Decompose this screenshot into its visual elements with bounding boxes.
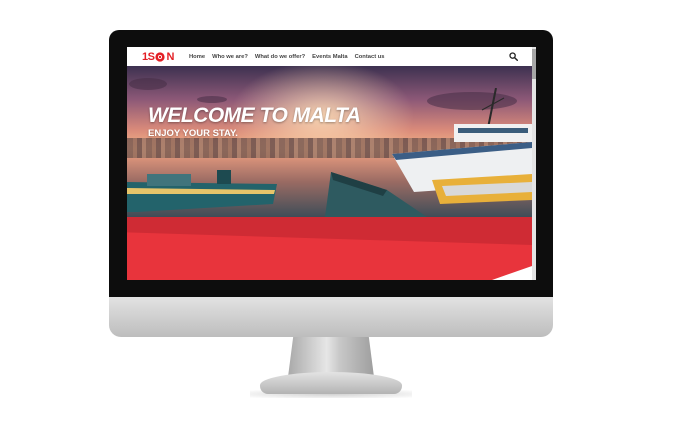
logo-text-right: N: [166, 50, 174, 63]
hero-banner: WELCOME TO MALTA ENJOY YOUR STAY.: [127, 66, 532, 217]
monitor-chin: [109, 297, 553, 337]
fishing-boat-tarp-image: [325, 172, 427, 217]
nav-menu: Home Who we are? What do we offer? Event…: [189, 47, 385, 66]
logo-text-left: 1S: [142, 50, 155, 63]
nav-link-home[interactable]: Home: [189, 54, 205, 60]
hero-subtitle: ENJOY YOUR STAY.: [148, 128, 238, 139]
nav-link-what-do-we-offer[interactable]: What do we offer?: [255, 54, 305, 60]
site-navbar: 1S N Home Who we are? What do we offer? …: [127, 47, 536, 66]
cloud: [197, 96, 227, 103]
nav-link-who-we-are[interactable]: Who we are?: [212, 54, 248, 60]
page-scrollbar[interactable]: [532, 47, 536, 280]
fishing-boat-left-image: [127, 170, 277, 212]
section-corner-accent: [492, 266, 532, 280]
hero-title: WELCOME TO MALTA: [148, 104, 361, 127]
nav-link-events-malta[interactable]: Events Malta: [312, 54, 347, 60]
search-icon[interactable]: [509, 52, 518, 61]
cloud: [129, 78, 167, 90]
monitor-stand-neck: [288, 337, 374, 377]
nav-link-contact-us[interactable]: Contact us: [355, 54, 385, 60]
red-diagonal-band: [127, 217, 532, 245]
scrollbar-thumb[interactable]: [532, 49, 536, 79]
red-content-section: [127, 217, 532, 280]
globe-logo-icon: [155, 51, 166, 62]
monitor-stand-base: [260, 372, 402, 394]
site-logo[interactable]: 1S N: [142, 50, 174, 63]
monitor-screen: 1S N Home Who we are? What do we offer? …: [127, 47, 536, 280]
